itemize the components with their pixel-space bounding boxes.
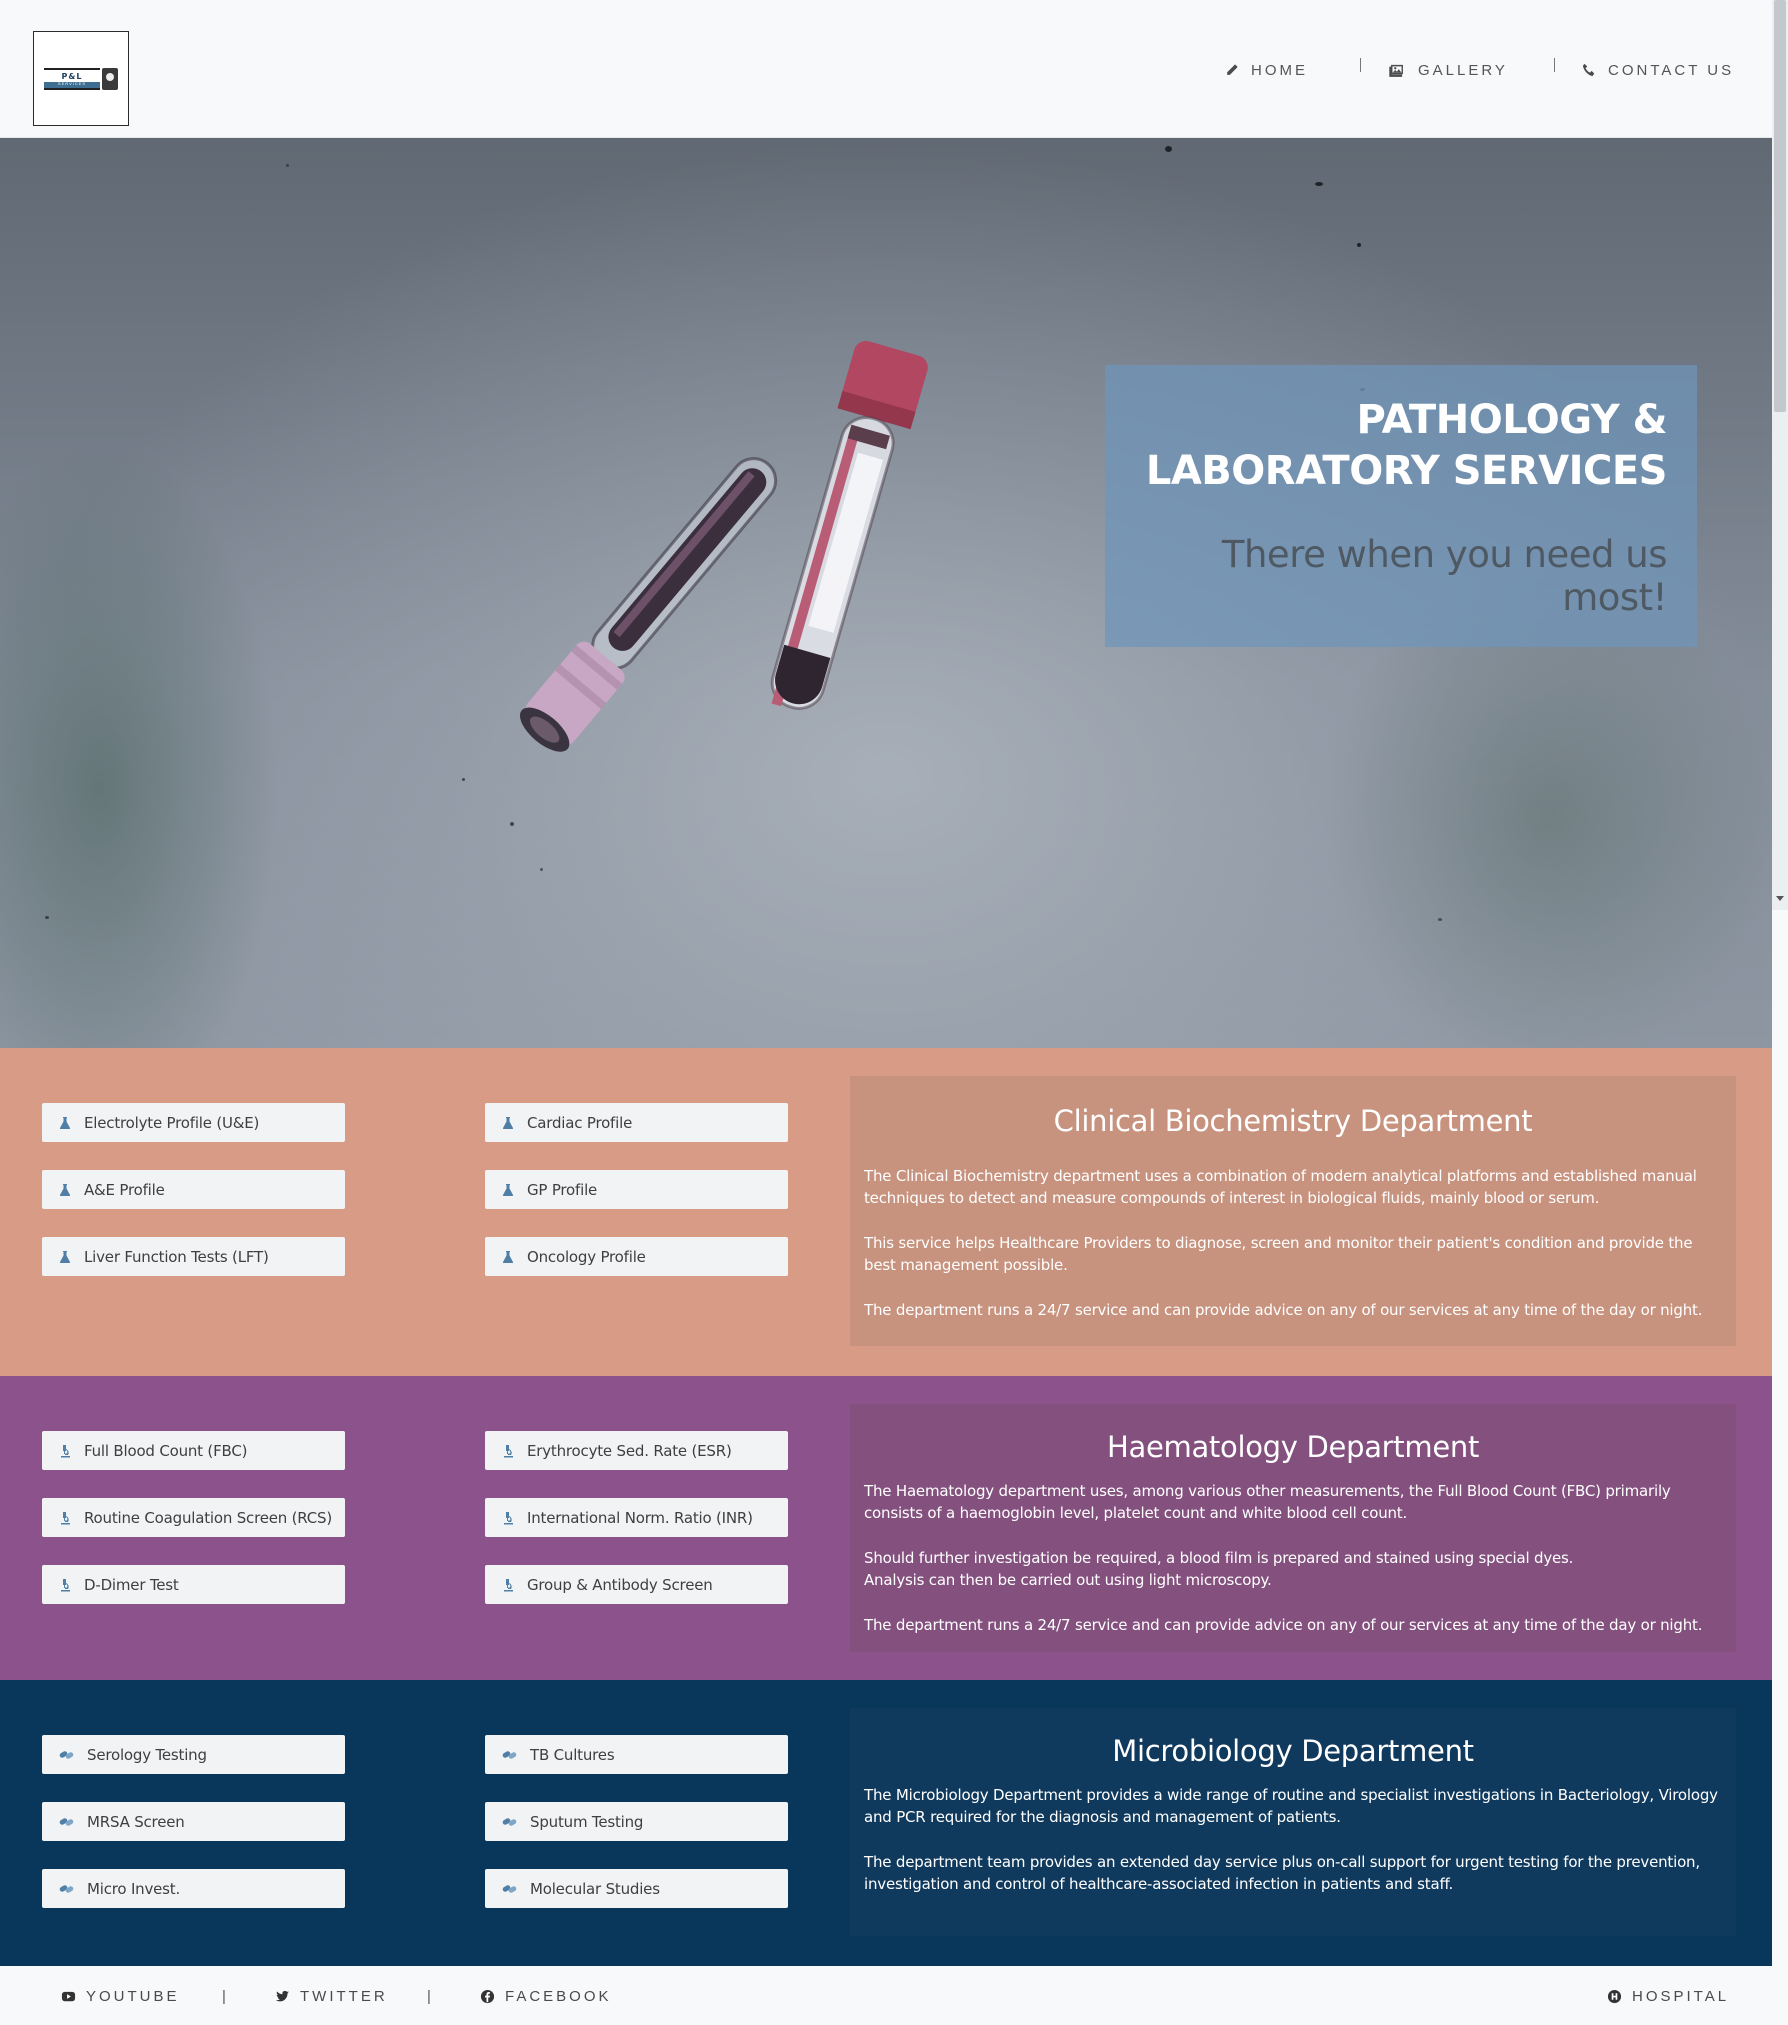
site-header: P&L SERVICES Home Gallery Contact Us [0, 0, 1772, 138]
test-button[interactable]: D-Dimer Test [42, 1565, 345, 1604]
capsules-icon [59, 1750, 74, 1759]
site-footer: YouTube | Twitter | Facebook Hospital [0, 1966, 1788, 2025]
department-title: Microbiology Department [1112, 1734, 1474, 1768]
hero-callout: PATHOLOGY & LABORATORY SERVICES There wh… [1105, 365, 1697, 647]
flask-icon [502, 1250, 514, 1263]
hero-title: PATHOLOGY & LABORATORY SERVICES [1145, 397, 1668, 494]
hospital-icon [1607, 1989, 1622, 2004]
test-button[interactable]: Routine Coagulation Screen (RCS) [42, 1498, 345, 1537]
department-title: Clinical Biochemistry Department [1053, 1104, 1533, 1138]
images-icon [1389, 64, 1403, 77]
facebook-icon [480, 1989, 495, 2004]
department-text: This service helps Healthcare Providers … [864, 1234, 1693, 1274]
test-button[interactable]: Liver Function Tests (LFT) [42, 1237, 345, 1276]
logo-text: P&L [61, 72, 83, 81]
microscope-icon [504, 1444, 513, 1457]
microscope-icon [61, 1444, 70, 1457]
flask-icon [59, 1183, 71, 1196]
department-text: The department runs a 24/7 service and c… [864, 1301, 1703, 1319]
test-button[interactable]: Electrolyte Profile (U&E) [42, 1103, 345, 1142]
haematology-section: Full Blood Count (FBC) Erythrocyte Sed. … [0, 1376, 1772, 1680]
logo-mark: P&L SERVICES [44, 68, 118, 90]
nav-contact-label: Contact Us [1608, 61, 1735, 79]
flask-icon [502, 1183, 514, 1196]
lab-icon [102, 68, 118, 90]
microscope-icon [61, 1511, 70, 1524]
nav-divider [1360, 58, 1361, 72]
nav-home-label: Home [1251, 61, 1308, 79]
department-text: The department runs a 24/7 service and c… [864, 1616, 1703, 1634]
department-title: Haematology Department [1106, 1430, 1480, 1464]
capsules-icon [59, 1817, 74, 1826]
flask-icon [59, 1250, 71, 1263]
flask-icon [502, 1116, 514, 1129]
hero-tagline: There when you need us most! [1221, 533, 1668, 619]
logo-subtext: SERVICES [57, 81, 87, 86]
twitter-link[interactable]: Twitter [275, 1988, 388, 2005]
hero-banner: PATHOLOGY & LABORATORY SERVICES There wh… [0, 138, 1772, 1048]
scroll-down-arrow-icon[interactable] [1776, 896, 1784, 901]
phone-icon [1582, 63, 1595, 77]
department-info: Microbiology Department The Microbiology… [850, 1708, 1736, 1936]
test-button[interactable]: Erythrocyte Sed. Rate (ESR) [485, 1431, 788, 1470]
nav-gallery-label: Gallery [1418, 61, 1508, 79]
department-info: Clinical Biochemistry Department The Cli… [850, 1076, 1736, 1346]
test-button[interactable]: Micro Invest. [42, 1869, 345, 1908]
nav-contact[interactable]: Contact Us [1582, 60, 1734, 80]
youtube-link[interactable]: YouTube [61, 1988, 180, 2005]
department-info: Haematology Department The Haematology d… [850, 1404, 1736, 1652]
twitter-icon [275, 1990, 290, 2002]
youtube-icon [61, 1991, 76, 2002]
scrollbar-thumb[interactable] [1774, 0, 1786, 412]
pencil-icon [1227, 64, 1238, 75]
microscope-icon [504, 1511, 513, 1524]
microbiology-section: Serology Testing TB Cultures MRSA Screen… [0, 1680, 1772, 1966]
test-button[interactable]: A&E Profile [42, 1170, 345, 1209]
footer-divider: | [427, 1988, 431, 2005]
test-button[interactable]: Sputum Testing [485, 1802, 788, 1841]
microscope-icon [61, 1578, 70, 1591]
blood-tubes-image [519, 340, 928, 752]
test-button[interactable]: Molecular Studies [485, 1869, 788, 1908]
test-button[interactable]: Group & Antibody Screen [485, 1565, 788, 1604]
site-logo[interactable]: P&L SERVICES [33, 31, 129, 126]
capsules-icon [502, 1884, 517, 1893]
footer-divider: | [222, 1988, 226, 2005]
facebook-link[interactable]: Facebook [480, 1988, 612, 2005]
capsules-icon [502, 1750, 517, 1759]
capsules-icon [502, 1817, 517, 1826]
test-button[interactable]: Serology Testing [42, 1735, 345, 1774]
department-text: The Microbiology Department provides a w… [864, 1786, 1718, 1826]
test-button[interactable]: International Norm. Ratio (INR) [485, 1498, 788, 1537]
test-button[interactable]: Oncology Profile [485, 1237, 788, 1276]
test-button[interactable]: Full Blood Count (FBC) [42, 1431, 345, 1470]
nav-home[interactable]: Home [1225, 60, 1308, 80]
hospital-link[interactable]: Hospital [1607, 1988, 1729, 2005]
test-button[interactable]: MRSA Screen [42, 1802, 345, 1841]
nav-gallery[interactable]: Gallery [1388, 60, 1508, 80]
test-button[interactable]: Cardiac Profile [485, 1103, 788, 1142]
department-text: The Haematology department uses, among v… [864, 1482, 1671, 1522]
department-text: The Clinical Biochemistry department use… [864, 1167, 1697, 1207]
flask-icon [59, 1116, 71, 1129]
department-text: The department team provides an extended… [864, 1853, 1700, 1893]
test-button[interactable]: GP Profile [485, 1170, 788, 1209]
capsules-icon [59, 1884, 74, 1893]
microscope-icon [504, 1578, 513, 1591]
department-text: Should further investigation be required… [864, 1549, 1574, 1567]
department-text: Analysis can then be carried out using l… [864, 1571, 1272, 1589]
test-button[interactable]: TB Cultures [485, 1735, 788, 1774]
nav-divider [1554, 58, 1555, 72]
biochemistry-section: Electrolyte Profile (U&E) Cardiac Profil… [0, 1048, 1772, 1376]
